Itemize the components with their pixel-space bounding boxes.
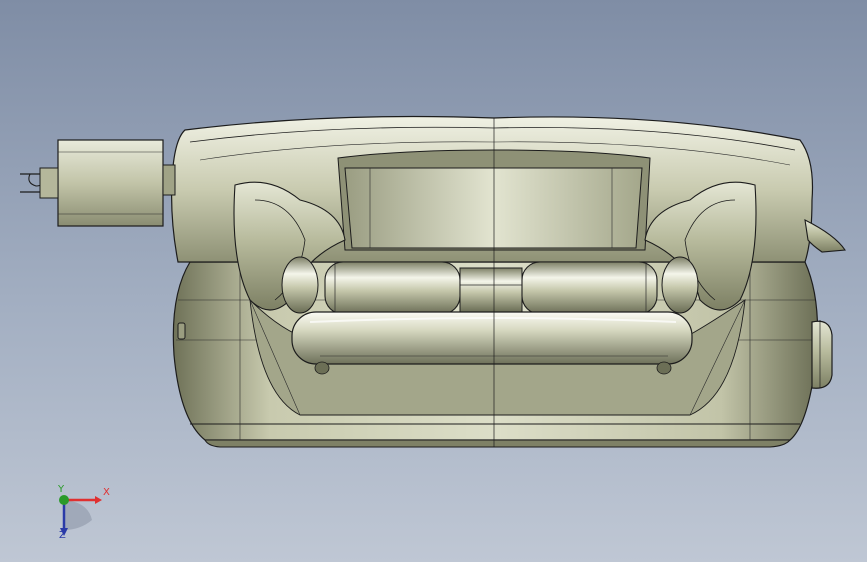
triad-shadow <box>64 500 92 530</box>
side-notch <box>177 322 186 340</box>
z-axis-label: Z <box>59 530 66 541</box>
graphics-viewport[interactable]: X Y Z <box>0 0 867 562</box>
hinge-barrel <box>324 261 658 315</box>
x-axis-label: X <box>103 487 110 498</box>
y-axis-dot <box>59 495 69 505</box>
y-axis-label: Y <box>58 484 65 495</box>
coordinate-triad: X Y Z <box>40 480 120 545</box>
3d-model-view[interactable] <box>0 0 867 562</box>
side-knob <box>811 320 833 389</box>
power-plug <box>20 139 176 227</box>
x-arrowhead <box>95 496 102 504</box>
